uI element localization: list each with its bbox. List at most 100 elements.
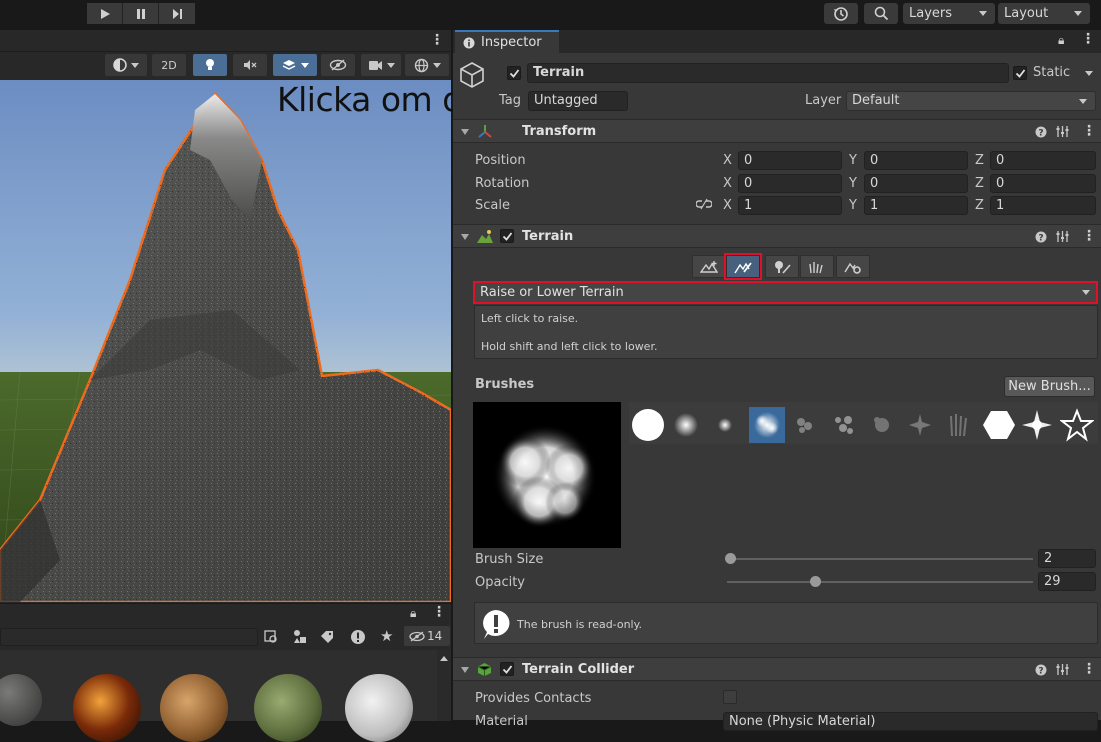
foldout-arrow-icon[interactable]: [461, 234, 469, 240]
layers-dropdown[interactable]: Layers: [903, 3, 995, 24]
help-icon[interactable]: ?: [1035, 664, 1047, 676]
chevron-down-icon[interactable]: [1085, 71, 1093, 76]
brush-soft-round[interactable]: [668, 407, 704, 443]
brush-size-slider-knob[interactable]: [724, 553, 736, 564]
search-scene-icon[interactable]: [264, 630, 278, 644]
brush-noise-1[interactable]: [786, 407, 822, 443]
kebab-menu-icon[interactable]: ⋮: [1082, 123, 1096, 139]
position-y-field[interactable]: 0: [864, 151, 968, 170]
scale-y-label[interactable]: Y: [849, 198, 857, 213]
object-name-field[interactable]: Terrain: [527, 63, 1009, 83]
brush-size-slider-track[interactable]: [727, 558, 1033, 560]
lock-icon[interactable]: 🔒︎: [410, 606, 416, 621]
favorites-star-icon[interactable]: ★: [380, 627, 393, 645]
paint-trees-tool[interactable]: [765, 255, 799, 278]
rotation-z-field[interactable]: 0: [990, 174, 1096, 193]
audio-toggle-button[interactable]: [233, 54, 267, 76]
opacity-field[interactable]: 29: [1038, 572, 1096, 591]
provides-contacts-checkbox[interactable]: [723, 690, 737, 704]
paint-details-tool[interactable]: [800, 255, 834, 278]
brush-grass[interactable]: [940, 407, 976, 443]
brush-noise-3[interactable]: [864, 407, 900, 443]
rotation-y-label[interactable]: Y: [849, 176, 857, 191]
undo-history-button[interactable]: [824, 3, 858, 24]
lock-icon[interactable]: 🔒︎: [1058, 33, 1064, 48]
filter-type-icon[interactable]: [292, 629, 308, 645]
project-search-input[interactable]: [0, 628, 258, 646]
asset-thumbnail[interactable]: [345, 674, 413, 742]
kebab-menu-icon[interactable]: ⋮: [1082, 661, 1096, 677]
brush-starburst[interactable]: [1019, 407, 1055, 443]
position-x-field[interactable]: 0: [738, 151, 842, 170]
scale-z-field[interactable]: 1: [990, 196, 1096, 215]
terrain-enabled-checkbox[interactable]: [500, 229, 514, 243]
brush-star-outline[interactable]: [1059, 407, 1095, 443]
warning-filter-icon[interactable]: [350, 629, 366, 645]
shading-mode-dropdown[interactable]: [105, 54, 147, 76]
kebab-menu-icon[interactable]: ⋮: [1081, 31, 1095, 47]
brush-small-soft[interactable]: [707, 407, 743, 443]
scale-x-field[interactable]: 1: [738, 196, 842, 215]
brush-splatter[interactable]: [902, 407, 938, 443]
position-z-field[interactable]: 0: [990, 151, 1096, 170]
foldout-arrow-icon[interactable]: [461, 129, 469, 135]
asset-thumbnail[interactable]: [73, 674, 141, 742]
layer-dropdown[interactable]: Default: [846, 91, 1096, 111]
position-y-label[interactable]: Y: [849, 153, 857, 168]
hidden-objects-toggle[interactable]: [321, 54, 355, 76]
lighting-toggle-button[interactable]: [193, 54, 227, 76]
brush-cloud-selected[interactable]: [749, 407, 785, 443]
asset-thumbnail[interactable]: [0, 674, 42, 726]
asset-thumbnail[interactable]: [254, 674, 322, 742]
scale-y-field[interactable]: 1: [864, 196, 968, 215]
new-brush-button[interactable]: New Brush...: [1004, 376, 1095, 397]
terrain-settings-tool[interactable]: [836, 255, 870, 278]
preset-sliders-icon[interactable]: [1056, 230, 1069, 243]
rotation-y-field[interactable]: 0: [864, 174, 968, 193]
material-field[interactable]: None (Physic Material): [723, 712, 1098, 731]
position-z-label[interactable]: Z: [975, 153, 984, 168]
step-button[interactable]: [159, 3, 195, 24]
search-button[interactable]: [864, 3, 898, 24]
preset-sliders-icon[interactable]: [1056, 663, 1069, 676]
brush-noise-2[interactable]: [825, 407, 861, 443]
hidden-packages-toggle[interactable]: 14: [404, 626, 450, 646]
terrain-collider-header[interactable]: Terrain Collider ? ⋮: [453, 657, 1101, 681]
position-x-label[interactable]: X: [723, 153, 732, 168]
rotation-z-label[interactable]: Z: [975, 176, 984, 191]
opacity-slider-knob[interactable]: [810, 576, 822, 587]
terrain-collider-enabled-checkbox[interactable]: [500, 662, 514, 676]
transform-header[interactable]: Transform ? ⋮: [453, 119, 1101, 143]
foldout-arrow-icon[interactable]: [461, 667, 469, 673]
terrain-tool-dropdown[interactable]: Raise or Lower Terrain: [473, 281, 1098, 304]
active-checkbox[interactable]: [507, 66, 521, 80]
scale-x-label[interactable]: X: [723, 198, 732, 213]
brush-hard-round[interactable]: [630, 407, 666, 443]
play-button[interactable]: [87, 3, 123, 24]
brush-size-field[interactable]: 2: [1038, 549, 1096, 568]
help-icon[interactable]: ?: [1035, 126, 1047, 138]
unlink-icon[interactable]: [696, 198, 712, 210]
rotation-x-label[interactable]: X: [723, 176, 732, 191]
pause-button[interactable]: [123, 3, 159, 24]
effects-dropdown[interactable]: [273, 54, 317, 76]
paint-terrain-tool[interactable]: [724, 253, 762, 280]
tag-dropdown[interactable]: Untagged: [528, 91, 628, 111]
preset-sliders-icon[interactable]: [1056, 125, 1069, 138]
layout-dropdown[interactable]: Layout: [998, 3, 1090, 24]
gizmos-dropdown[interactable]: [405, 54, 449, 76]
asset-thumbnail[interactable]: [160, 674, 228, 742]
scrollbar[interactable]: [437, 650, 451, 721]
help-icon[interactable]: ?: [1035, 231, 1047, 243]
filter-label-icon[interactable]: [320, 630, 334, 644]
toggle-2d-button[interactable]: 2D: [152, 54, 186, 76]
tab-inspector[interactable]: Inspector: [455, 30, 559, 53]
terrain-header[interactable]: Terrain ? ⋮: [453, 224, 1101, 248]
brush-hexagon[interactable]: [981, 407, 1017, 443]
rotation-x-field[interactable]: 0: [738, 174, 842, 193]
scale-z-label[interactable]: Z: [975, 198, 984, 213]
static-checkbox[interactable]: [1013, 66, 1027, 80]
camera-settings-dropdown[interactable]: [361, 54, 401, 76]
opacity-slider-track[interactable]: [727, 581, 1033, 583]
kebab-menu-icon[interactable]: ⋮: [430, 32, 444, 48]
